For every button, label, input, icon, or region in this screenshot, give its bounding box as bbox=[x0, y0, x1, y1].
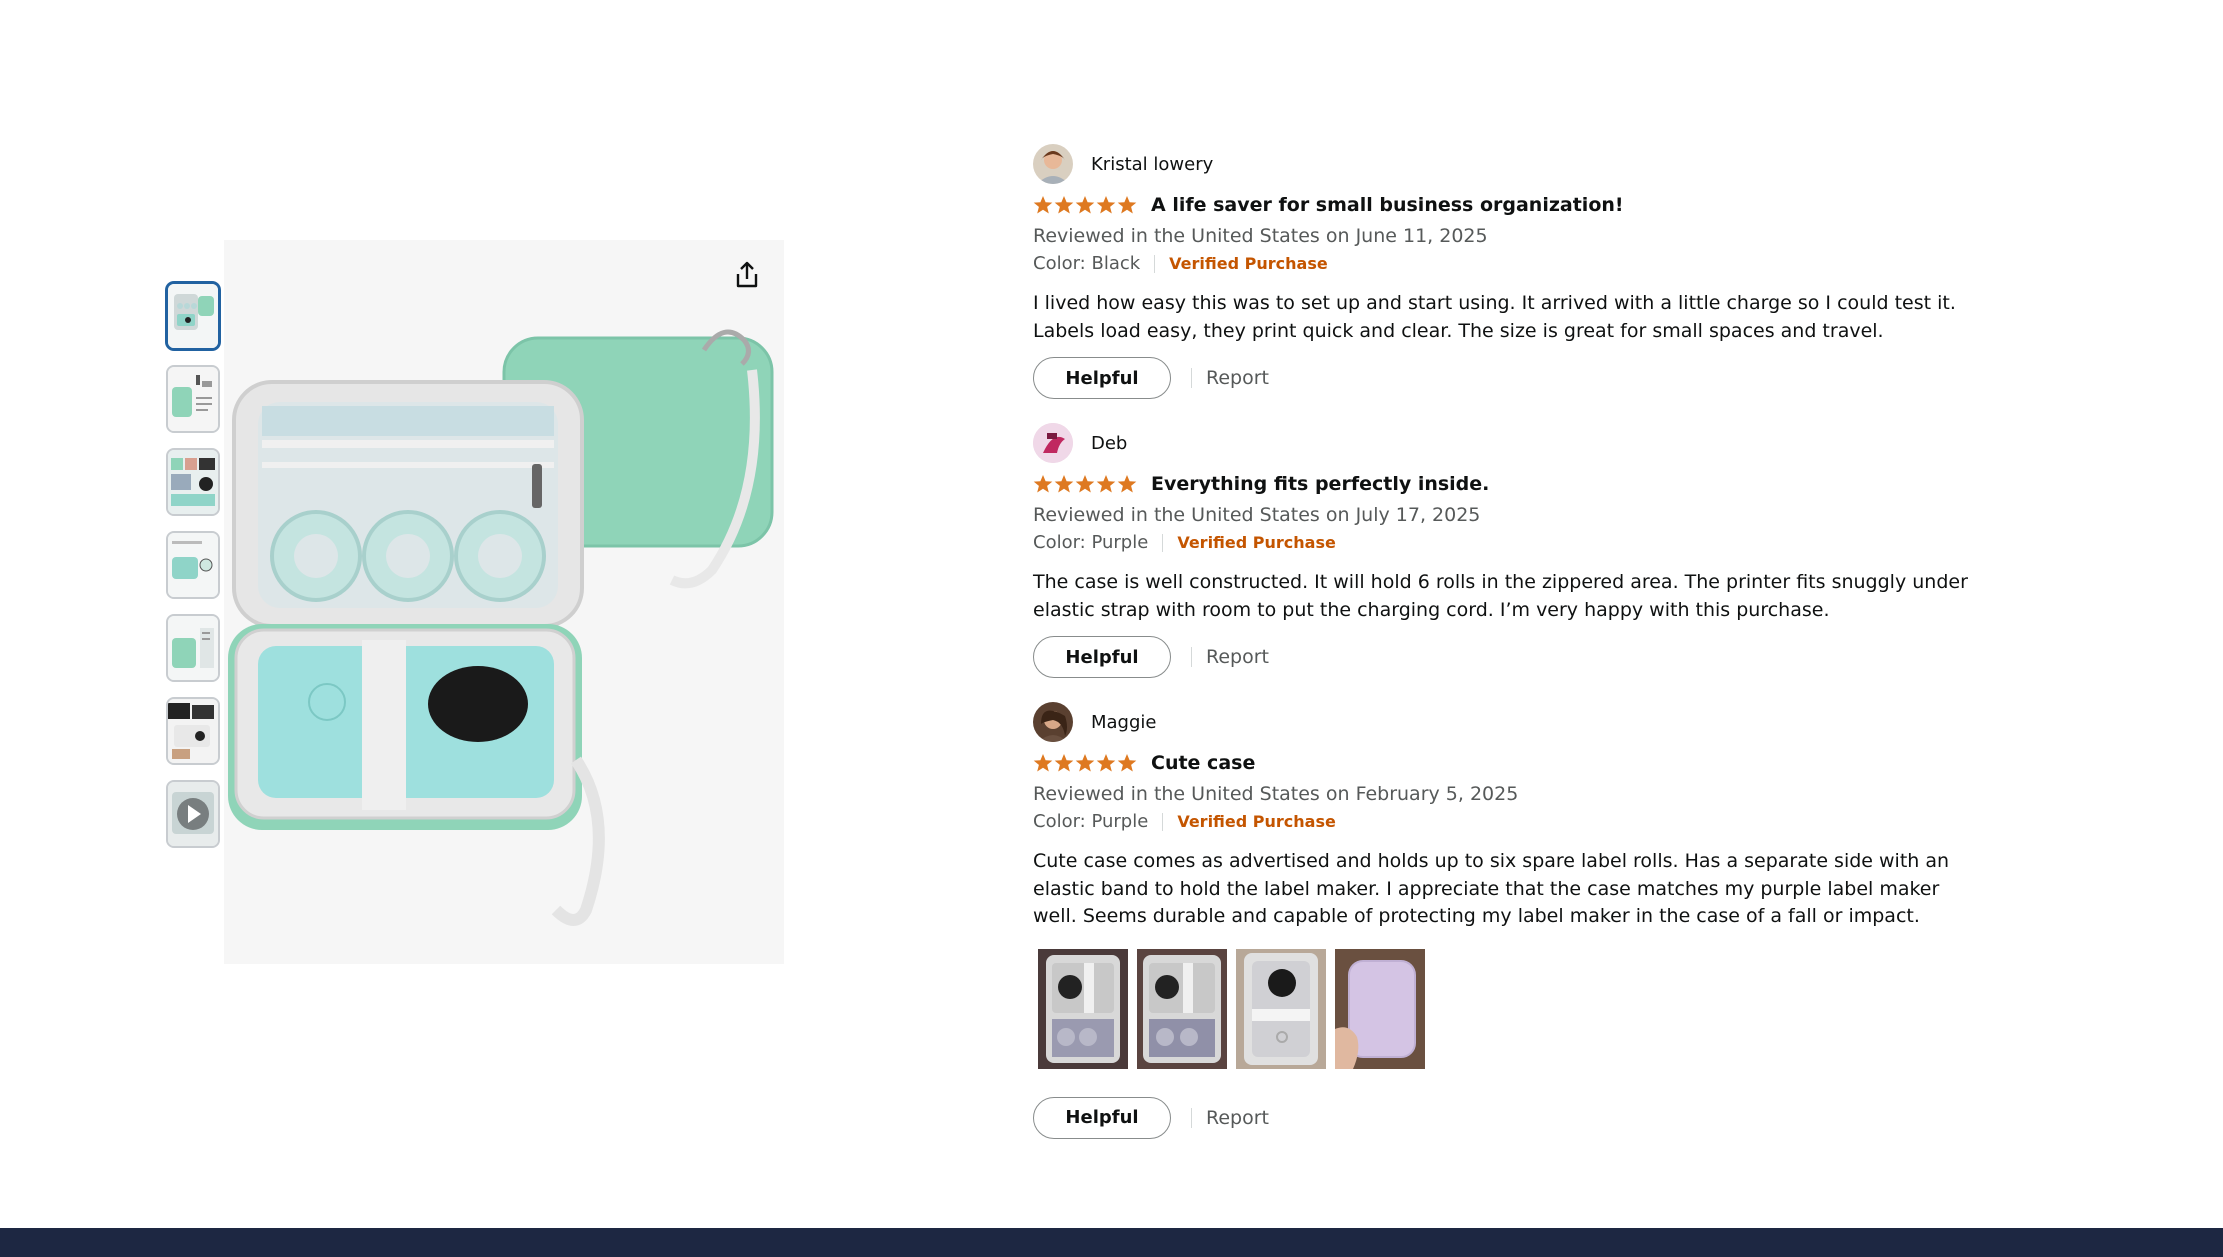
variant-color: Color: Purple bbox=[1033, 811, 1149, 832]
review-item: Kristal lowery A life saver for small bu… bbox=[1033, 140, 1973, 419]
review-title[interactable]: Everything fits perfectly inside. bbox=[1151, 473, 1489, 495]
review-title[interactable]: Cute case bbox=[1151, 752, 1255, 774]
avatar bbox=[1033, 702, 1073, 742]
star-icon bbox=[1054, 475, 1074, 493]
reviewer-name: Deb bbox=[1091, 432, 1128, 454]
verified-purchase-badge: Verified Purchase bbox=[1177, 812, 1336, 831]
review-date: Reviewed in the United States on June 11… bbox=[1033, 225, 1488, 247]
verified-purchase-badge: Verified Purchase bbox=[1177, 533, 1336, 552]
star-icon bbox=[1096, 475, 1116, 493]
divider bbox=[1191, 1107, 1192, 1128]
star-icon bbox=[1117, 475, 1137, 493]
thumbnail-3[interactable] bbox=[166, 448, 220, 516]
star-icon bbox=[1054, 196, 1074, 214]
star-icon bbox=[1033, 196, 1053, 214]
reviewer-name: Maggie bbox=[1091, 711, 1157, 733]
review-body: I lived how easy this was to set up and … bbox=[1033, 292, 1956, 342]
star-rating[interactable] bbox=[1033, 474, 1137, 494]
divider bbox=[1162, 534, 1164, 552]
star-icon bbox=[1096, 196, 1116, 214]
report-link[interactable]: Report bbox=[1206, 646, 1269, 668]
divider bbox=[1191, 368, 1192, 388]
review-title[interactable]: A life saver for small business organiza… bbox=[1151, 194, 1624, 216]
thumbnail-2[interactable] bbox=[166, 365, 220, 433]
reviewer-name: Kristal lowery bbox=[1091, 153, 1214, 175]
report-link[interactable]: Report bbox=[1206, 367, 1269, 389]
review-photo[interactable] bbox=[1236, 948, 1326, 1069]
review-body: The case is well constructed. It will ho… bbox=[1033, 571, 1968, 621]
star-rating[interactable] bbox=[1033, 753, 1137, 773]
star-icon bbox=[1096, 754, 1116, 772]
reviewer-profile[interactable]: Kristal lowery bbox=[1033, 140, 1973, 188]
main-product-image[interactable] bbox=[224, 240, 784, 964]
star-icon bbox=[1033, 754, 1053, 772]
star-icon bbox=[1054, 754, 1074, 772]
divider bbox=[1154, 255, 1156, 273]
thumbnail-6[interactable] bbox=[166, 697, 220, 765]
thumbnail-1[interactable] bbox=[166, 282, 220, 350]
review-photo[interactable] bbox=[1335, 948, 1425, 1069]
review-item: Deb Everything fits perfectly inside. Re… bbox=[1033, 419, 1973, 698]
star-rating[interactable] bbox=[1033, 195, 1137, 215]
avatar bbox=[1033, 144, 1073, 184]
verified-purchase-badge: Verified Purchase bbox=[1169, 254, 1328, 273]
footer-bar bbox=[0, 1228, 2223, 1257]
thumbnail-5[interactable] bbox=[166, 614, 220, 682]
share-icon[interactable] bbox=[727, 255, 767, 295]
reviewer-profile[interactable]: Maggie bbox=[1033, 698, 1973, 746]
review-photo[interactable] bbox=[1038, 948, 1128, 1069]
report-link[interactable]: Report bbox=[1206, 1107, 1269, 1129]
thumbnail-4[interactable] bbox=[166, 531, 220, 599]
divider bbox=[1162, 813, 1164, 831]
review-photo[interactable] bbox=[1137, 948, 1227, 1069]
star-icon bbox=[1075, 754, 1095, 772]
variant-color: Color: Black bbox=[1033, 253, 1141, 274]
thumbnail-list bbox=[166, 282, 220, 863]
review-list: Kristal lowery A life saver for small bu… bbox=[1033, 140, 1973, 1139]
review-date: Reviewed in the United States on July 17… bbox=[1033, 504, 1481, 526]
variant-color: Color: Purple bbox=[1033, 532, 1149, 553]
star-icon bbox=[1117, 754, 1137, 772]
thumbnail-video[interactable] bbox=[166, 780, 220, 848]
helpful-button[interactable]: Helpful bbox=[1033, 357, 1171, 399]
review-body: Cute case comes as advertised and holds … bbox=[1033, 850, 1950, 927]
star-icon bbox=[1033, 475, 1053, 493]
divider bbox=[1191, 647, 1192, 667]
reviewer-profile[interactable]: Deb bbox=[1033, 419, 1973, 467]
star-icon bbox=[1075, 475, 1095, 493]
review-photos bbox=[1038, 948, 1973, 1069]
helpful-button[interactable]: Helpful bbox=[1033, 636, 1171, 678]
avatar bbox=[1033, 423, 1073, 463]
helpful-button[interactable]: Helpful bbox=[1033, 1096, 1171, 1139]
star-icon bbox=[1117, 196, 1137, 214]
star-icon bbox=[1075, 196, 1095, 214]
review-date: Reviewed in the United States on Februar… bbox=[1033, 783, 1519, 805]
review-item: Maggie Cute case Reviewed in the United … bbox=[1033, 698, 1973, 1139]
